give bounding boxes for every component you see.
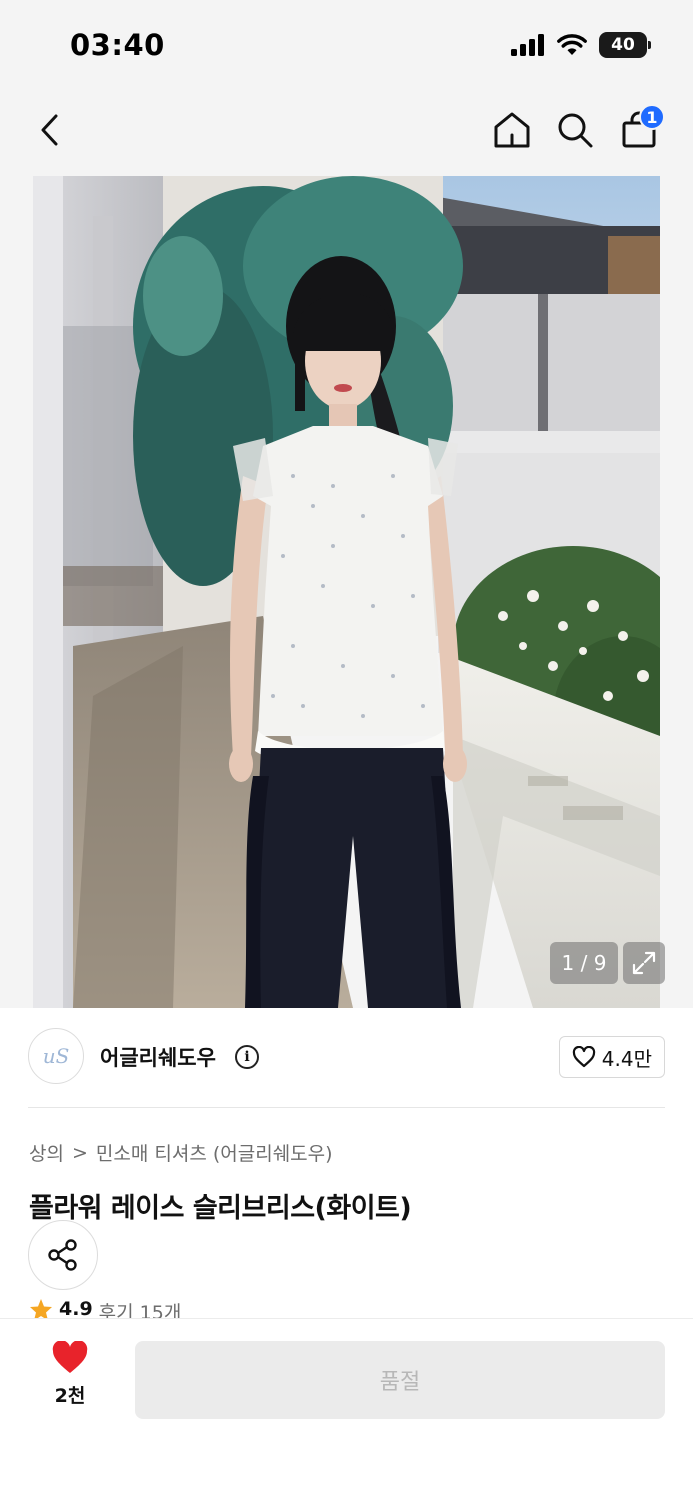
product-title: 플라워 레이스 슬리브리스(화이트) bbox=[29, 1193, 412, 1224]
search-button[interactable] bbox=[547, 102, 603, 158]
sold-out-button[interactable]: 품절 bbox=[135, 1341, 665, 1419]
breadcrumb-subcategory[interactable]: 민소매 티셔츠 (어글리쉐도우) bbox=[96, 1139, 333, 1166]
search-icon bbox=[558, 113, 593, 148]
home-icon bbox=[494, 112, 530, 148]
product-photo[interactable] bbox=[33, 176, 660, 1008]
photo-counter: 1 / 9 bbox=[550, 942, 618, 984]
info-icon[interactable]: i bbox=[235, 1045, 259, 1069]
brand-logo-text: uS bbox=[42, 1044, 70, 1068]
product-gallery[interactable]: 1 / 9 bbox=[0, 176, 693, 1008]
status-time: 03:40 bbox=[70, 28, 165, 62]
breadcrumb: 상의 > 민소매 티셔츠 (어글리쉐도우) bbox=[29, 1139, 333, 1166]
signal-icon bbox=[511, 34, 544, 56]
brand-row: uS 어글리쉐도우 i 4.4만 bbox=[28, 1028, 665, 1088]
rating-value: 4.9 bbox=[59, 1298, 93, 1320]
heart-outline-icon bbox=[572, 1046, 595, 1068]
divider bbox=[28, 1107, 665, 1108]
brand-logo[interactable]: uS bbox=[28, 1028, 84, 1084]
battery-icon: 40 bbox=[599, 32, 651, 58]
status-icons: 40 bbox=[511, 32, 651, 58]
wifi-icon bbox=[557, 34, 587, 55]
rating-row[interactable]: 4.9 후기 15개 bbox=[29, 1298, 181, 1320]
breadcrumb-separator: > bbox=[71, 1141, 88, 1164]
bottom-action-bar: 2천 품절 bbox=[0, 1318, 693, 1500]
top-nav-bar: 1 bbox=[0, 92, 693, 176]
heart-filled-icon bbox=[52, 1341, 88, 1373]
share-button[interactable] bbox=[28, 1220, 98, 1290]
expand-icon bbox=[632, 951, 656, 975]
status-bar: 03:40 40 bbox=[0, 0, 693, 92]
battery-level: 40 bbox=[611, 35, 635, 55]
cart-count-badge: 1 bbox=[639, 104, 665, 130]
breadcrumb-category[interactable]: 상의 bbox=[29, 1139, 64, 1166]
brand-like-button[interactable]: 4.4만 bbox=[558, 1036, 665, 1078]
wishlist-count: 2천 bbox=[54, 1385, 86, 1407]
wishlist-button[interactable]: 2천 bbox=[30, 1341, 110, 1421]
cart-button[interactable]: 1 bbox=[611, 102, 667, 158]
share-icon bbox=[48, 1239, 77, 1271]
info-glyph: i bbox=[244, 1049, 250, 1065]
brand-name-link[interactable]: 어글리쉐도우 bbox=[100, 1042, 216, 1072]
back-button[interactable] bbox=[22, 102, 78, 158]
brand-like-count: 4.4만 bbox=[601, 1046, 652, 1071]
expand-photo-button[interactable] bbox=[623, 942, 665, 984]
back-icon bbox=[41, 114, 58, 146]
star-icon bbox=[30, 1299, 52, 1320]
review-count: 후기 15개 bbox=[98, 1302, 182, 1320]
home-button[interactable] bbox=[484, 102, 540, 158]
